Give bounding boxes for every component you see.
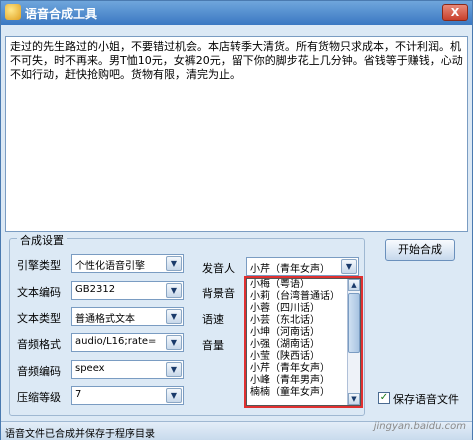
audio-encoding-select[interactable]: speex ▼ <box>71 360 184 379</box>
scrollbar[interactable]: ▲ ▼ <box>347 279 360 405</box>
title-bar: 语音合成工具 X <box>1 1 472 25</box>
settings-group-title: 合成设置 <box>17 232 67 248</box>
scroll-up-icon[interactable]: ▲ <box>348 279 360 291</box>
voice-label: 发音人 <box>202 262 235 275</box>
status-text: 语音文件已合成并保存于程序目录 <box>5 429 155 440</box>
voice-option[interactable]: 小芹（青年女声） <box>247 363 347 375</box>
chevron-down-icon[interactable]: ▼ <box>166 335 182 350</box>
engine-value: 个性化语音引擎 <box>75 261 145 272</box>
app-icon <box>5 4 21 20</box>
voice-select[interactable]: 小芹（青年女声） ▼ <box>246 257 359 276</box>
start-synthesis-button[interactable]: 开始合成 <box>385 239 455 261</box>
audio-format-select[interactable]: audio/L16;rate= ▼ <box>71 333 184 352</box>
text-type-select[interactable]: 普通格式文本 ▼ <box>71 307 184 326</box>
background-label: 背景音 <box>202 287 235 300</box>
compression-select[interactable]: 7 ▼ <box>71 386 184 405</box>
chevron-down-icon[interactable]: ▼ <box>341 259 357 274</box>
save-audio-checkbox[interactable]: ✓ <box>378 392 390 404</box>
close-icon: X <box>450 6 460 19</box>
scroll-down-icon[interactable]: ▼ <box>348 393 360 405</box>
voice-option[interactable]: 小坤（河南话） <box>247 327 347 339</box>
voice-option[interactable]: 小梅（粤语） <box>247 279 347 291</box>
chevron-down-icon[interactable]: ▼ <box>166 388 182 403</box>
text-encoding-select[interactable]: GB2312 ▼ <box>71 281 184 300</box>
speed-label: 语速 <box>202 313 224 326</box>
save-audio-label: 保存语音文件 <box>393 393 459 406</box>
voice-option[interactable]: 小强（湖南话） <box>247 339 347 351</box>
text-type-label: 文本类型 <box>17 312 61 325</box>
chevron-down-icon[interactable]: ▼ <box>166 283 182 298</box>
voice-value: 小芹（青年女声） <box>250 264 330 275</box>
text-encoding-value: GB2312 <box>75 284 116 295</box>
app-window: 语音合成工具 X 走过的先生路过的小姐，不要错过机会。本店转季大清货。所有货物只… <box>0 0 473 440</box>
audio-encoding-value: speex <box>75 363 105 374</box>
chevron-down-icon[interactable]: ▼ <box>166 362 182 377</box>
voice-option-list: 小梅（粤语） 小莉（台湾普通话） 小蓉（四川话） 小芸（东北话） 小坤（河南话） 小强（湖… <box>247 279 360 399</box>
voice-option[interactable]: 小峰（青年男声） <box>247 375 347 387</box>
engine-label: 引擎类型 <box>17 259 61 272</box>
chevron-down-icon[interactable]: ▼ <box>166 309 182 324</box>
audio-format-value: audio/L16;rate= <box>75 336 157 347</box>
text-input-area[interactable]: 走过的先生路过的小姐，不要错过机会。本店转季大清货。所有货物只求成本，不计利润。… <box>5 36 468 232</box>
engine-select[interactable]: 个性化语音引擎 ▼ <box>71 254 184 273</box>
compression-label: 压缩等级 <box>17 391 61 404</box>
close-button[interactable]: X <box>442 4 468 21</box>
audio-format-label: 音频格式 <box>17 338 61 351</box>
voice-option[interactable]: 小蓉（四川话） <box>247 303 347 315</box>
text-encoding-label: 文本编码 <box>17 286 61 299</box>
audio-encoding-label: 音频编码 <box>17 365 61 378</box>
compression-value: 7 <box>75 389 82 400</box>
chevron-down-icon[interactable]: ▼ <box>166 256 182 271</box>
voice-option[interactable]: 小莉（台湾普通话） <box>247 291 347 303</box>
checkmark-icon: ✓ <box>379 392 389 403</box>
volume-label: 音量 <box>202 339 224 352</box>
voice-option[interactable]: 楠楠（童年女声） <box>247 387 347 399</box>
scrollbar-thumb[interactable] <box>348 293 360 353</box>
voice-option[interactable]: 小芸（东北话） <box>247 315 347 327</box>
text-type-value: 普通格式文本 <box>75 314 135 325</box>
window-title: 语音合成工具 <box>25 7 98 21</box>
watermark: jingyan.baidu.com <box>373 421 466 432</box>
voice-option[interactable]: 小莹（陕西话） <box>247 351 347 363</box>
voice-dropdown-list[interactable]: 小梅（粤语） 小莉（台湾普通话） 小蓉（四川话） 小芸（东北话） 小坤（河南话） 小强（湖… <box>244 276 363 408</box>
